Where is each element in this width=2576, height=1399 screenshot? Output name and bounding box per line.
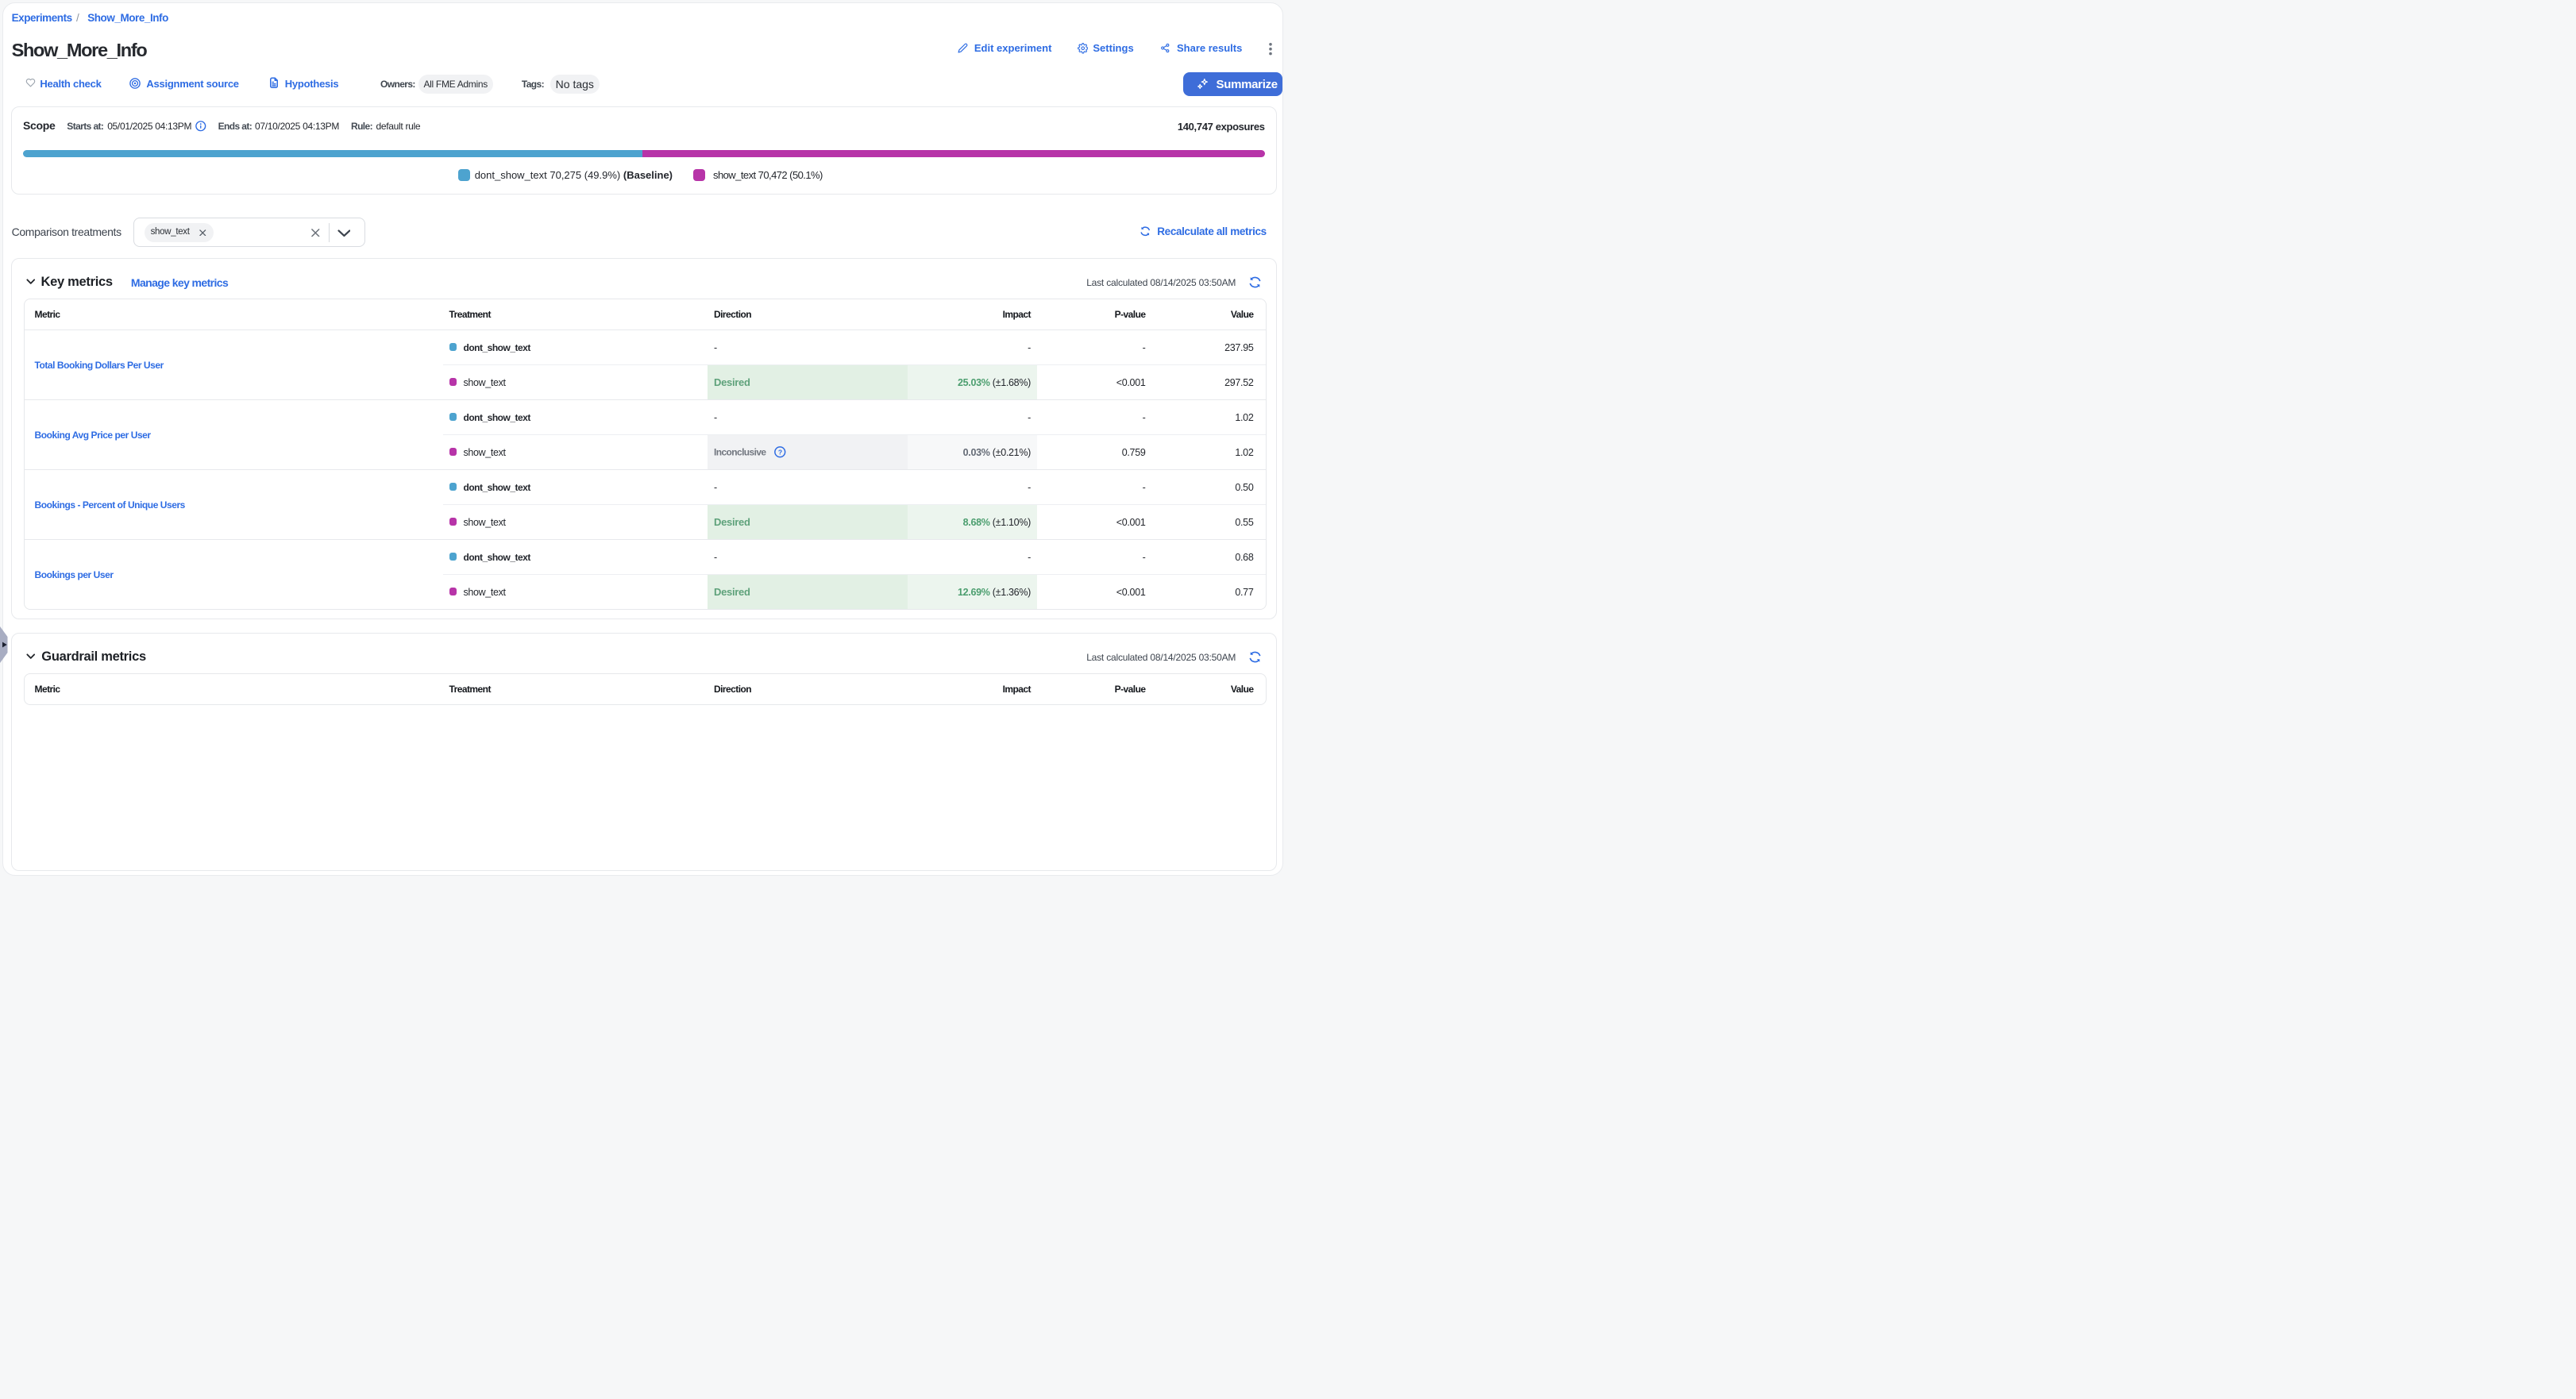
svg-text:?: ? xyxy=(778,449,782,457)
